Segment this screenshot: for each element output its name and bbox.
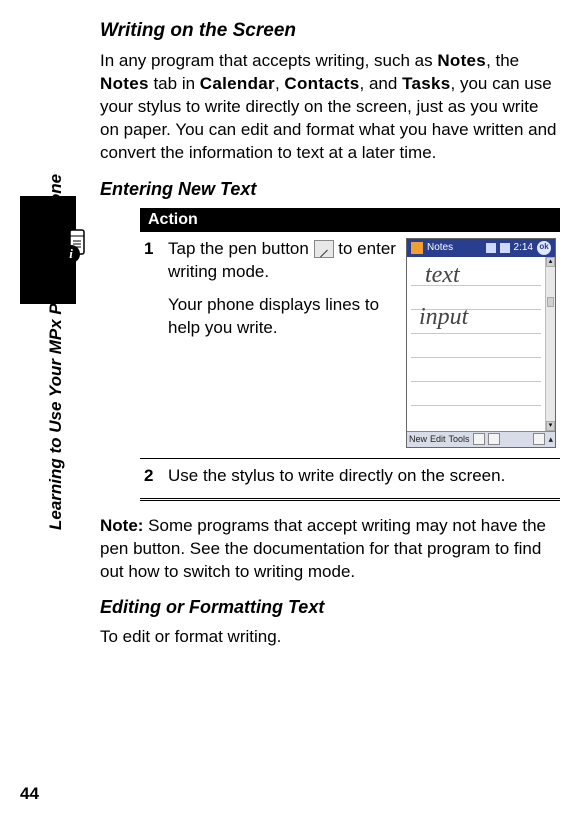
start-icon <box>411 242 423 254</box>
menu-new: New <box>409 433 427 445</box>
screenshot-app-title: Notes <box>427 241 453 255</box>
page-number: 44 <box>20 784 39 804</box>
subsection-entering: Entering New Text <box>100 179 560 200</box>
step-body: Use the stylus to write directly on the … <box>168 465 556 488</box>
scroll-thumb <box>547 297 554 307</box>
pen-toolbar-icon <box>488 433 500 445</box>
table-row: 2 Use the stylus to write directly on th… <box>140 459 560 501</box>
record-icon <box>473 433 485 445</box>
keyboard-icon <box>533 433 545 445</box>
input-arrow-icon: ▴ <box>548 433 553 445</box>
step-body: Notes 2:14 ok text <box>168 238 556 448</box>
step-number: 2 <box>144 465 168 488</box>
svg-text:i: i <box>69 246 73 261</box>
note-paragraph: Note: Some programs that accept writing … <box>100 515 560 584</box>
scroll-up-icon: ▴ <box>546 257 555 267</box>
action-header: Action <box>140 208 560 232</box>
menu-edit: Edit <box>430 433 446 445</box>
main-content: Writing on the Screen In any program tha… <box>100 20 560 659</box>
signal-icon <box>486 243 496 253</box>
subsection-editing: Editing or Formatting Text <box>100 597 560 618</box>
screenshot-canvas: text input <box>407 257 545 431</box>
pen-button-icon <box>314 240 334 258</box>
handwriting-line2: input <box>419 305 468 329</box>
step-number: 1 <box>144 238 168 448</box>
action-table: Action 1 Notes 2:14 ok <box>140 208 560 501</box>
editing-paragraph: To edit or format writing. <box>100 626 560 649</box>
chapter-label: Learning to Use Your MPx Pocket PC Phone <box>46 174 66 530</box>
screenshot-time: 2:14 <box>514 241 533 255</box>
notes-app-screenshot: Notes 2:14 ok text <box>406 238 556 448</box>
scroll-down-icon: ▾ <box>546 421 555 431</box>
volume-icon <box>500 243 510 253</box>
table-row: 1 Notes 2:14 ok <box>140 232 560 459</box>
intro-paragraph: In any program that accepts writing, suc… <box>100 50 560 165</box>
screenshot-scrollbar: ▴ ▾ <box>545 257 555 431</box>
handwriting-line1: text <box>425 263 460 287</box>
ok-button-icon: ok <box>537 241 551 255</box>
menu-tools: Tools <box>449 433 470 445</box>
screenshot-titlebar: Notes 2:14 ok <box>407 239 555 257</box>
section-title-writing: Writing on the Screen <box>100 20 560 42</box>
screenshot-toolbar: New Edit Tools ▴ <box>407 431 555 447</box>
